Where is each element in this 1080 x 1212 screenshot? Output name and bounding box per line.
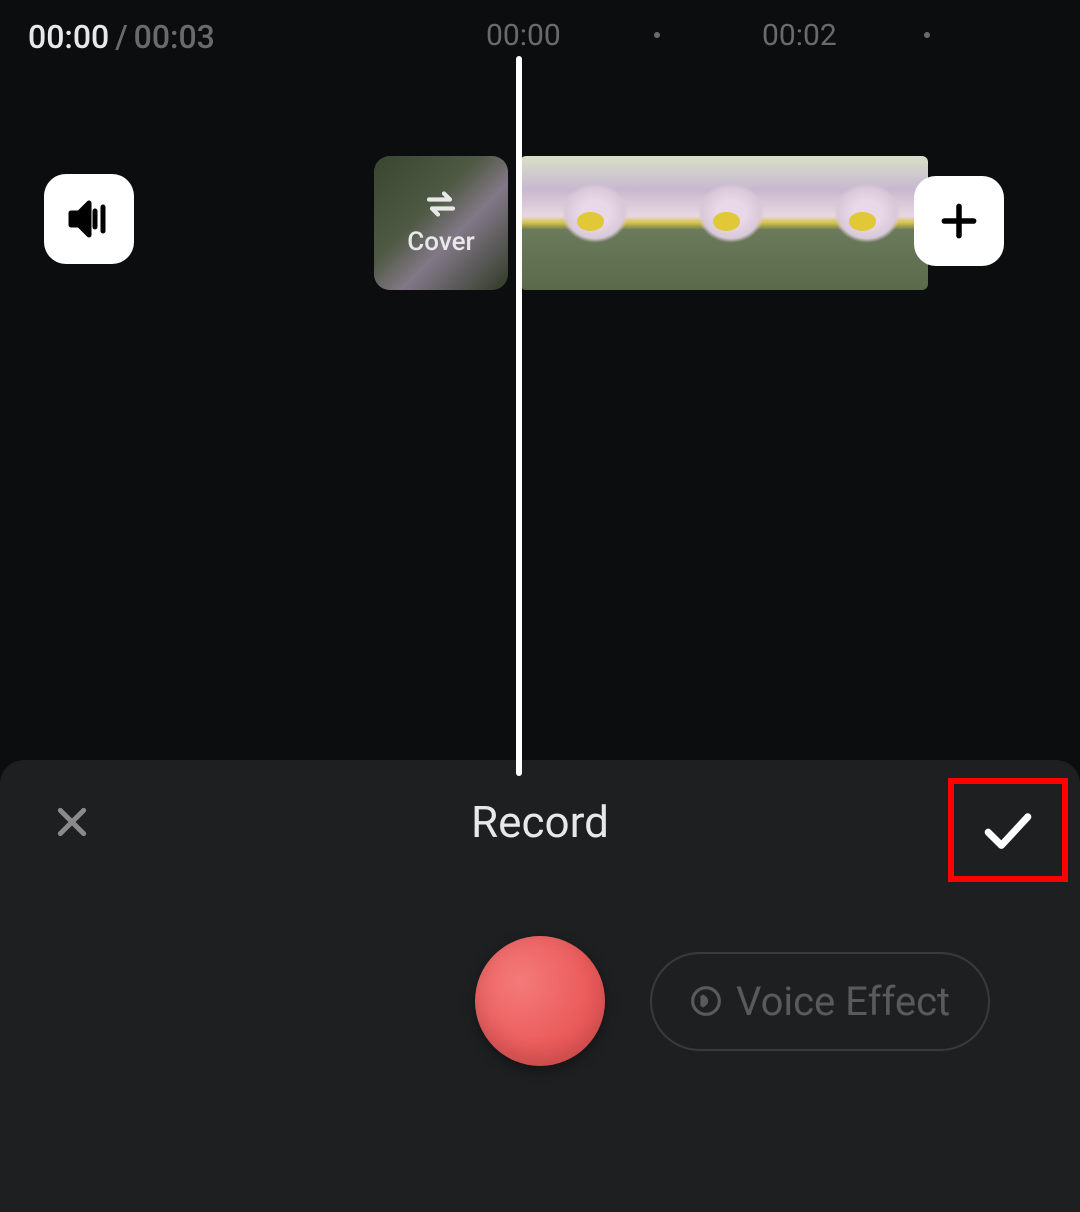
close-icon xyxy=(52,802,92,842)
clip-frame xyxy=(792,156,928,290)
close-button[interactable] xyxy=(48,798,96,846)
record-controls: Voice Effect xyxy=(0,936,1080,1066)
voice-effect-icon xyxy=(690,985,722,1017)
volume-icon xyxy=(65,195,113,243)
total-time: 00:03 xyxy=(134,18,215,56)
voice-effect-button[interactable]: Voice Effect xyxy=(650,952,990,1051)
playhead[interactable] xyxy=(516,56,522,776)
panel-header: Record xyxy=(0,760,1080,846)
confirm-button[interactable] xyxy=(948,778,1068,882)
check-icon xyxy=(980,808,1036,852)
swap-icon xyxy=(422,189,460,223)
current-time: 00:00 xyxy=(28,18,109,56)
record-button[interactable] xyxy=(475,936,605,1066)
timeline-area[interactable]: Cover xyxy=(0,86,1080,786)
panel-title: Record xyxy=(471,796,609,848)
clip-frame xyxy=(520,156,656,290)
time-separator: / xyxy=(115,18,127,56)
clip-frame xyxy=(656,156,792,290)
video-clip-strip[interactable] xyxy=(520,156,928,290)
add-clip-button[interactable] xyxy=(914,176,1004,266)
ruler-mark-1: 00:02 xyxy=(762,18,837,53)
cover-thumbnail[interactable]: Cover xyxy=(374,156,508,290)
ruler-mark-0: 00:00 xyxy=(486,18,561,53)
voice-effect-label: Voice Effect xyxy=(736,978,950,1025)
ruler-tick xyxy=(924,32,930,38)
ruler-tick xyxy=(654,32,660,38)
plus-icon xyxy=(937,199,981,243)
record-panel: Record Voice Effect xyxy=(0,760,1080,1212)
volume-button[interactable] xyxy=(44,174,134,264)
cover-label: Cover xyxy=(407,227,474,257)
